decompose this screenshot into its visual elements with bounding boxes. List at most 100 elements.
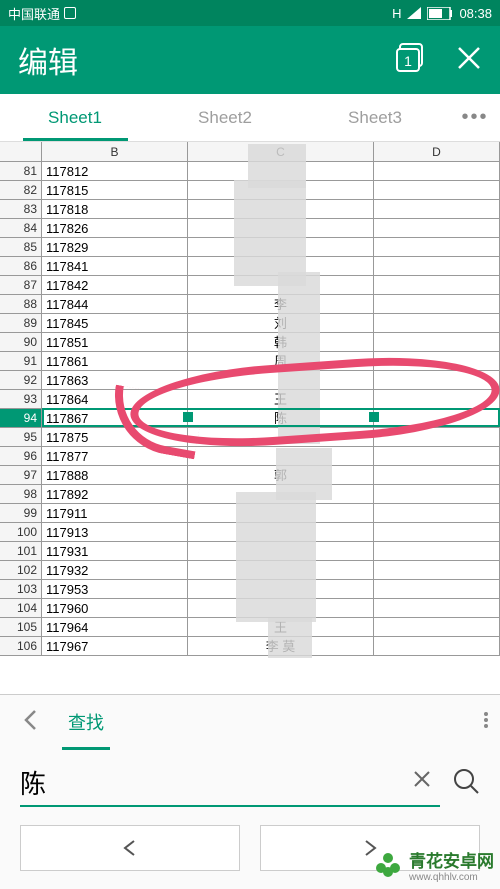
cell-b[interactable]: 117826 xyxy=(42,219,188,237)
row-header[interactable]: 102 xyxy=(0,561,42,579)
cell-c[interactable] xyxy=(188,257,374,275)
cell-d[interactable] xyxy=(374,257,500,275)
row-header[interactable]: 86 xyxy=(0,257,42,275)
cell-b[interactable]: 117953 xyxy=(42,580,188,598)
cell-b[interactable]: 117960 xyxy=(42,599,188,617)
table-row[interactable]: 89117845刘 xyxy=(0,314,500,333)
row-header[interactable]: 97 xyxy=(0,466,42,484)
cell-d[interactable] xyxy=(374,523,500,541)
cell-c[interactable] xyxy=(188,504,374,522)
spreadsheet-grid[interactable]: B C D 8111781282117815831178188411782685… xyxy=(0,142,500,659)
cell-c[interactable] xyxy=(188,485,374,503)
cell-d[interactable] xyxy=(374,238,500,256)
cell-d[interactable] xyxy=(374,352,500,370)
table-row[interactable]: 83117818 xyxy=(0,200,500,219)
cell-b[interactable]: 117967 xyxy=(42,637,188,655)
table-row[interactable]: 97117888郭 xyxy=(0,466,500,485)
cell-d[interactable] xyxy=(374,485,500,503)
row-header[interactable]: 89 xyxy=(0,314,42,332)
cell-c[interactable] xyxy=(188,276,374,294)
column-header-c[interactable]: C xyxy=(188,142,374,161)
cell-b[interactable]: 117911 xyxy=(42,504,188,522)
cell-b[interactable]: 117845 xyxy=(42,314,188,332)
table-row[interactable]: 94117867陈 xyxy=(0,409,500,428)
cell-c[interactable]: 王 xyxy=(188,390,374,408)
cell-d[interactable] xyxy=(374,371,500,389)
cell-d[interactable] xyxy=(374,276,500,294)
cell-c[interactable] xyxy=(188,181,374,199)
cell-b[interactable]: 117864 xyxy=(42,390,188,408)
table-row[interactable]: 101117931 xyxy=(0,542,500,561)
cell-c[interactable] xyxy=(188,561,374,579)
row-header[interactable]: 98 xyxy=(0,485,42,503)
cell-c[interactable] xyxy=(188,162,374,180)
select-all-corner[interactable] xyxy=(0,142,42,161)
table-row[interactable]: 104117960 xyxy=(0,599,500,618)
cell-d[interactable] xyxy=(374,466,500,484)
table-row[interactable]: 106117967李 莫 xyxy=(0,637,500,656)
row-header[interactable]: 92 xyxy=(0,371,42,389)
cell-d[interactable] xyxy=(374,637,500,655)
find-prev-button[interactable] xyxy=(20,825,240,871)
row-header[interactable]: 90 xyxy=(0,333,42,351)
cell-b[interactable]: 117932 xyxy=(42,561,188,579)
cell-d[interactable] xyxy=(374,428,500,446)
cell-b[interactable]: 117815 xyxy=(42,181,188,199)
cell-b[interactable]: 117877 xyxy=(42,447,188,465)
cell-c[interactable] xyxy=(188,523,374,541)
cell-d[interactable] xyxy=(374,314,500,332)
table-row[interactable]: 91117861周 xyxy=(0,352,500,371)
cell-c[interactable]: 陈 xyxy=(188,409,374,427)
table-row[interactable]: 96117877 xyxy=(0,447,500,466)
cell-b[interactable]: 117863 xyxy=(42,371,188,389)
column-header-d[interactable]: D xyxy=(374,142,500,161)
table-row[interactable]: 82117815 xyxy=(0,181,500,200)
row-header[interactable]: 88 xyxy=(0,295,42,313)
cell-d[interactable] xyxy=(374,618,500,636)
table-row[interactable]: 90117851韩 xyxy=(0,333,500,352)
clear-search-button[interactable] xyxy=(404,768,440,796)
cell-b[interactable]: 117818 xyxy=(42,200,188,218)
table-row[interactable]: 86117841 xyxy=(0,257,500,276)
cell-b[interactable]: 117931 xyxy=(42,542,188,560)
row-header[interactable]: 95 xyxy=(0,428,42,446)
column-header-b[interactable]: B xyxy=(42,142,188,161)
cell-d[interactable] xyxy=(374,295,500,313)
cell-b[interactable]: 117841 xyxy=(42,257,188,275)
cell-c[interactable] xyxy=(188,542,374,560)
cell-b[interactable]: 117875 xyxy=(42,428,188,446)
row-header[interactable]: 83 xyxy=(0,200,42,218)
cell-b[interactable]: 117867 xyxy=(42,409,188,427)
find-menu-button[interactable] xyxy=(484,710,488,736)
table-row[interactable]: 100117913 xyxy=(0,523,500,542)
cell-d[interactable] xyxy=(374,542,500,560)
cell-d[interactable] xyxy=(374,447,500,465)
table-row[interactable]: 95117875 xyxy=(0,428,500,447)
cell-d[interactable] xyxy=(374,504,500,522)
cell-c[interactable]: 李 xyxy=(188,295,374,313)
row-header[interactable]: 82 xyxy=(0,181,42,199)
row-header[interactable]: 96 xyxy=(0,447,42,465)
table-row[interactable]: 81117812 xyxy=(0,162,500,181)
sheet-tab-1[interactable]: Sheet1 xyxy=(0,96,150,140)
cell-b[interactable]: 117964 xyxy=(42,618,188,636)
table-row[interactable]: 84117826 xyxy=(0,219,500,238)
find-back-button[interactable] xyxy=(12,709,48,738)
table-row[interactable]: 105117964王 xyxy=(0,618,500,637)
row-header[interactable]: 94 xyxy=(0,409,42,427)
table-row[interactable]: 102117932 xyxy=(0,561,500,580)
cell-d[interactable] xyxy=(374,599,500,617)
row-header[interactable]: 93 xyxy=(0,390,42,408)
cell-c[interactable] xyxy=(188,200,374,218)
row-header[interactable]: 91 xyxy=(0,352,42,370)
cell-b[interactable]: 117888 xyxy=(42,466,188,484)
row-header[interactable]: 104 xyxy=(0,599,42,617)
cell-d[interactable] xyxy=(374,561,500,579)
window-switch-button[interactable]: 1 xyxy=(396,43,426,78)
row-header[interactable]: 105 xyxy=(0,618,42,636)
cell-d[interactable] xyxy=(374,333,500,351)
cell-b[interactable]: 117913 xyxy=(42,523,188,541)
cell-b[interactable]: 117892 xyxy=(42,485,188,503)
cell-c[interactable] xyxy=(188,599,374,617)
table-row[interactable]: 88117844李 xyxy=(0,295,500,314)
